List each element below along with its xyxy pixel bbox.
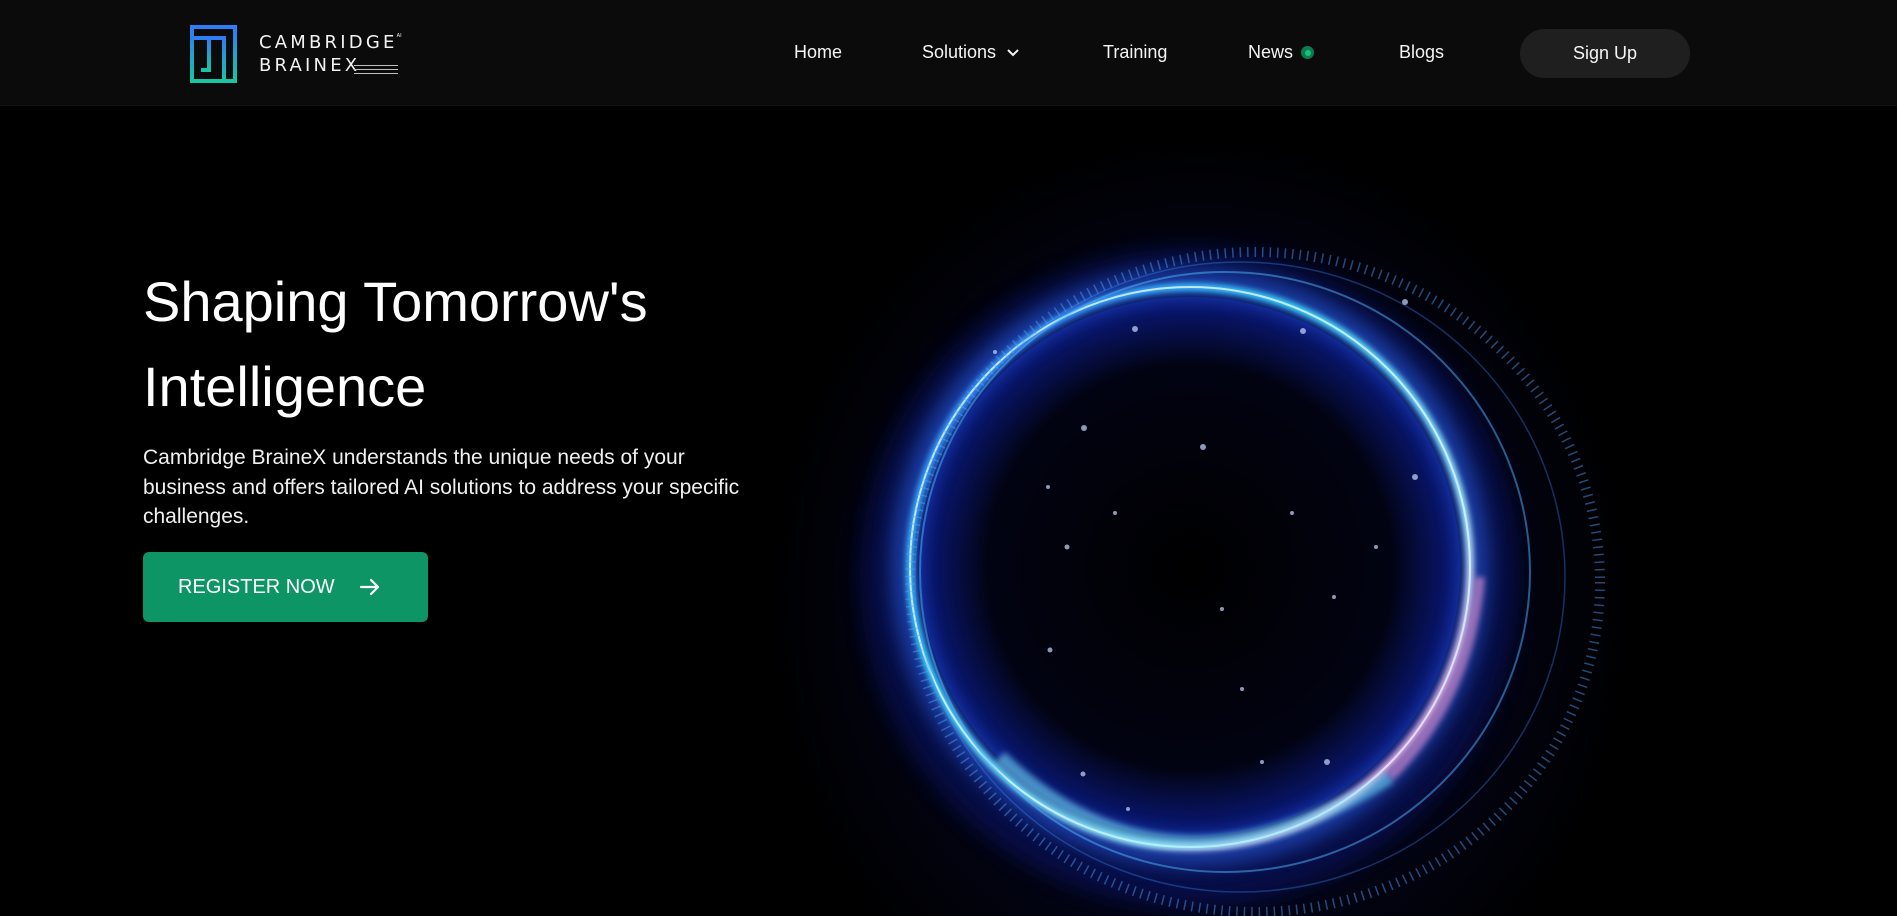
nav-training[interactable]: Training (1103, 42, 1167, 63)
hero-title-line2: Intelligence (143, 355, 427, 418)
site-header: CAMBRIDGE BRAINEX AI Home Solutions Trai… (0, 0, 1897, 106)
page: CAMBRIDGE BRAINEX AI Home Solutions Trai… (0, 0, 1897, 916)
nav-solutions-label: Solutions (922, 42, 997, 62)
hero-title: Shaping Tomorrow's Intelligence (143, 259, 843, 429)
signup-button[interactable]: Sign Up (1520, 29, 1690, 78)
hero-section: Shaping Tomorrow's Intelligence Cambridg… (0, 107, 1897, 916)
nav-solutions[interactable]: Solutions (922, 42, 1020, 63)
chevron-down-icon (1007, 48, 1019, 56)
glowing-ring-graphic (860, 247, 1605, 916)
nav-news-label: News (1248, 42, 1294, 62)
nav-blogs[interactable]: Blogs (1399, 42, 1444, 63)
nav-news[interactable]: News (1248, 42, 1315, 63)
hero-title-line1: Shaping Tomorrow's (143, 270, 648, 333)
nav-home[interactable]: Home (794, 42, 842, 63)
news-indicator-dot (1301, 46, 1315, 59)
hero-description: Cambridge BraineX understands the unique… (143, 446, 740, 528)
main-nav: Home Solutions Training News Blogs Sign … (0, 0, 1897, 106)
register-now-button[interactable]: REGISTER NOW (143, 552, 428, 622)
arrow-right-icon (359, 578, 379, 596)
register-now-label: REGISTER NOW (178, 575, 335, 598)
